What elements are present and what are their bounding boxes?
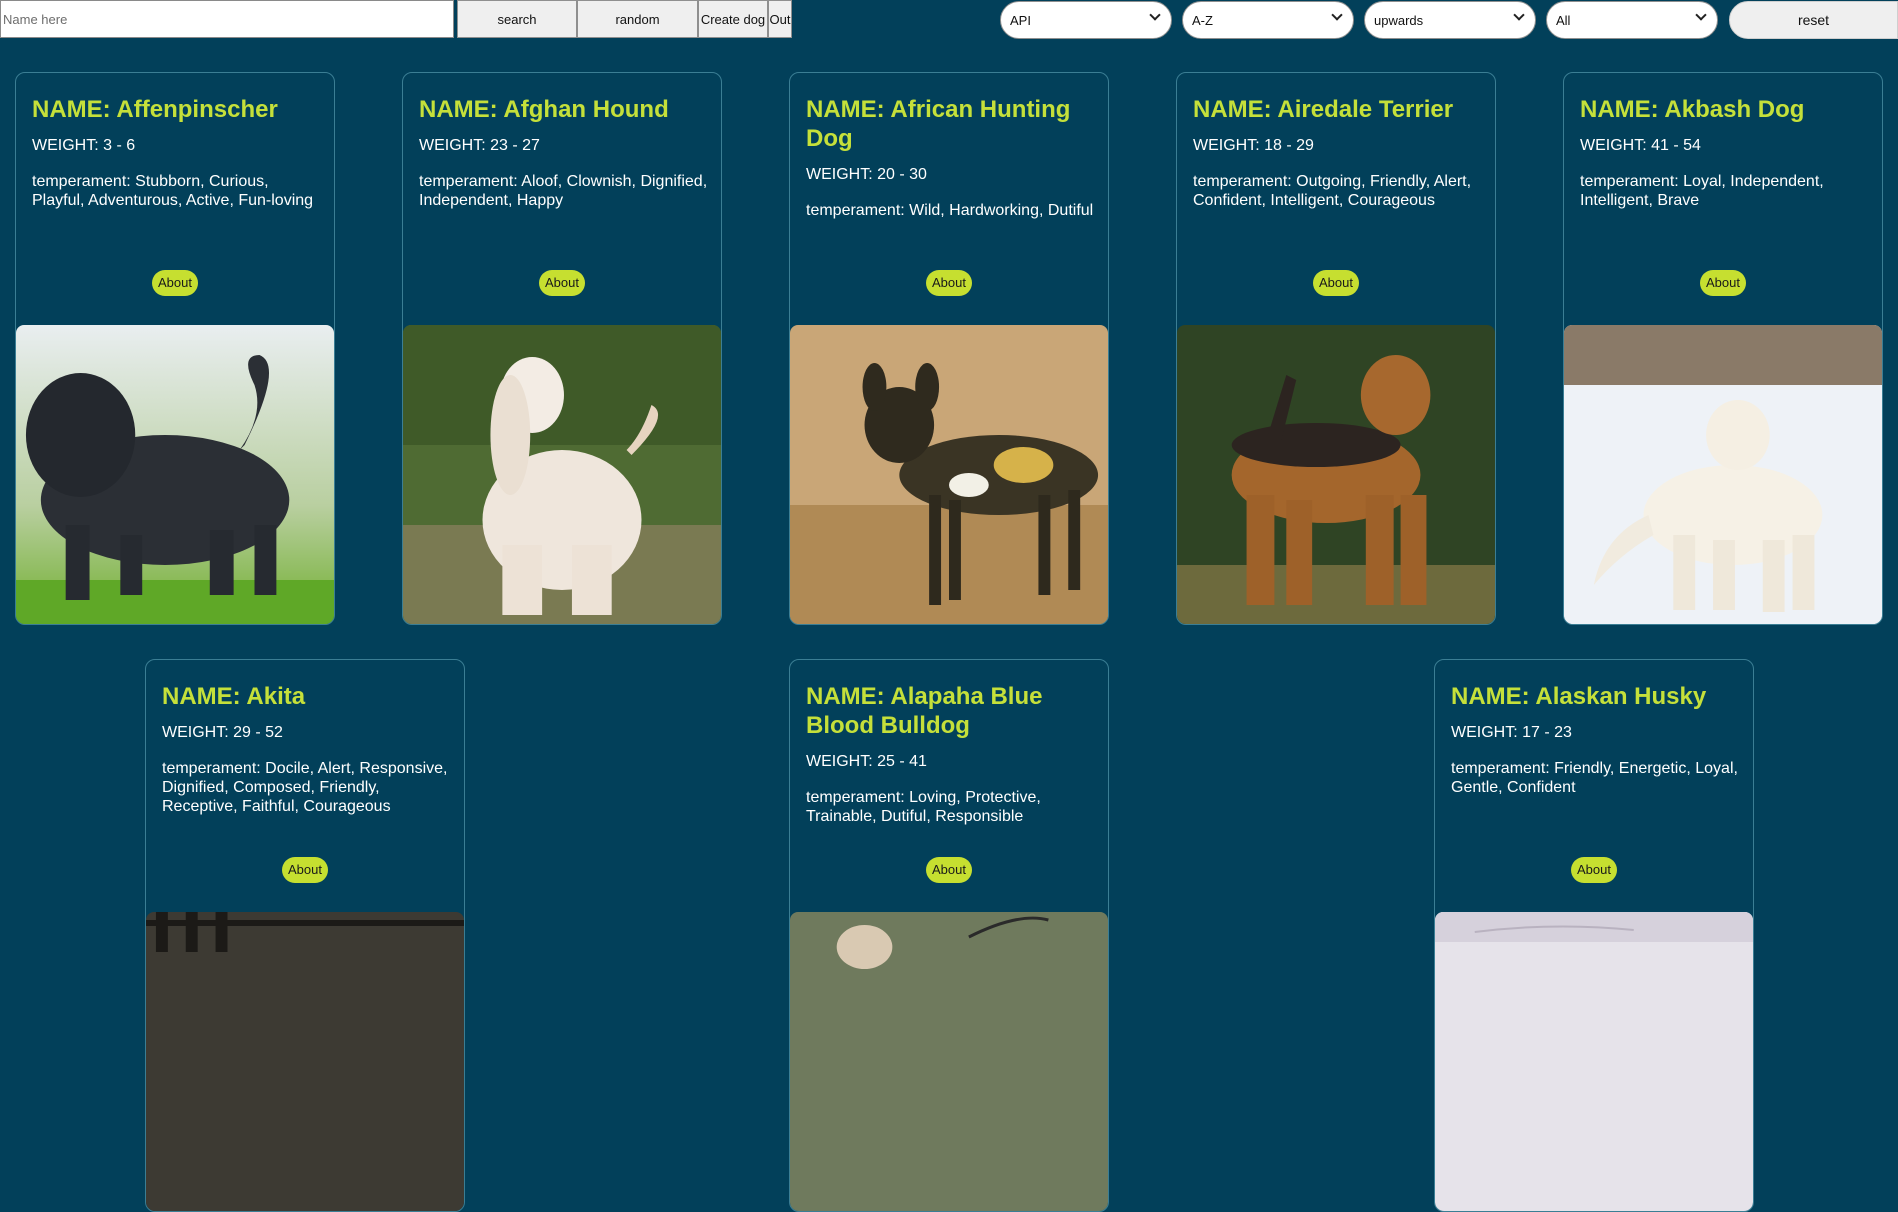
dog-card: NAME: Akbash Dog WEIGHT: 41 - 54 tempera… [1563,72,1883,625]
weight-order-select[interactable]: upwards [1364,1,1536,39]
search-button[interactable]: search [457,0,577,38]
search-input[interactable] [0,0,454,38]
card-body: NAME: Akbash Dog WEIGHT: 41 - 54 tempera… [1580,95,1870,210]
dog-name: NAME: African Hunting Dog [806,96,1071,152]
about-button[interactable]: About [539,270,585,296]
dog-image [1177,325,1495,624]
dog-weight: WEIGHT: 41 - 54 [1580,137,1701,154]
card-body: NAME: African Hunting Dog WEIGHT: 20 - 3… [806,95,1096,220]
about-button[interactable]: About [1700,270,1746,296]
african-hunting-dog-photo-icon [790,325,1108,624]
card-body: NAME: Akita WEIGHT: 29 - 52 temperament:… [162,682,452,816]
dog-weight: WEIGHT: 20 - 30 [806,166,927,183]
afghan-hound-photo-icon [403,325,721,624]
dog-weight: WEIGHT: 29 - 52 [162,724,283,741]
airedale-terrier-photo-icon [1177,325,1495,624]
about-button[interactable]: About [282,857,328,883]
dog-image [790,912,1108,1211]
temperament-filter-select[interactable]: All [1546,1,1718,39]
dog-card: NAME: Affenpinscher WEIGHT: 3 - 6 temper… [15,72,335,625]
dog-card: NAME: Airedale Terrier WEIGHT: 18 - 29 t… [1176,72,1496,625]
about-button[interactable]: About [1571,857,1617,883]
card-body: NAME: Afghan Hound WEIGHT: 23 - 27 tempe… [419,95,709,210]
toolbar: search random Create dog Out API A-Z upw… [0,0,1898,40]
out-button[interactable]: Out [768,0,792,38]
dog-image [790,325,1108,624]
dog-card: NAME: Alapaha Blue Blood Bulldog WEIGHT:… [789,659,1109,1212]
dog-name: NAME: Afghan Hound [419,96,669,123]
dog-temperament: temperament: Loving, Protective, Trainab… [806,789,1041,825]
card-body: NAME: Alapaha Blue Blood Bulldog WEIGHT:… [806,682,1096,826]
affenpinscher-photo-icon [16,325,334,624]
dog-weight: WEIGHT: 17 - 23 [1451,724,1572,741]
about-button[interactable]: About [926,270,972,296]
dog-card: NAME: African Hunting Dog WEIGHT: 20 - 3… [789,72,1109,625]
about-button[interactable]: About [152,270,198,296]
dog-card: NAME: Akita WEIGHT: 29 - 52 temperament:… [145,659,465,1212]
reset-button[interactable]: reset [1729,1,1898,39]
dog-image [146,912,464,1211]
dog-name: NAME: Akita [162,683,306,710]
card-body: NAME: Alaskan Husky WEIGHT: 17 - 23 temp… [1451,682,1741,797]
dog-temperament: temperament: Wild, Hardworking, Dutiful [806,202,1094,219]
dog-card: NAME: Alaskan Husky WEIGHT: 17 - 23 temp… [1434,659,1754,1212]
dog-image [403,325,721,624]
dog-name: NAME: Alaskan Husky [1451,683,1707,710]
temperament-filter-value: All [1556,13,1571,28]
dog-temperament: temperament: Loyal, Independent, Intelli… [1580,173,1824,209]
dog-temperament: temperament: Outgoing, Friendly, Alert, … [1193,173,1472,209]
dog-name: NAME: Alapaha Blue Blood Bulldog [806,683,1043,739]
akita-photo-icon [146,912,464,1211]
dog-temperament: temperament: Docile, Alert, Responsive, … [162,760,448,815]
random-button[interactable]: random [577,0,698,38]
dog-name: NAME: Akbash Dog [1580,96,1805,123]
dog-weight: WEIGHT: 3 - 6 [32,137,136,154]
dog-name: NAME: Affenpinscher [32,96,278,123]
weight-order-value: upwards [1374,13,1424,28]
chevron-down-icon [1695,9,1707,21]
chevron-down-icon [1513,9,1525,21]
about-button[interactable]: About [926,857,972,883]
alapaha-bulldog-photo-icon [790,912,1108,1211]
chevron-down-icon [1149,9,1161,21]
alphabetical-order-value: A-Z [1192,13,1213,28]
dog-image [1435,912,1753,1211]
source-filter-select[interactable]: API [1000,1,1172,39]
akbash-dog-photo-icon [1564,325,1882,624]
dog-weight: WEIGHT: 25 - 41 [806,753,927,770]
card-body: NAME: Affenpinscher WEIGHT: 3 - 6 temper… [32,95,322,210]
dog-temperament: temperament: Friendly, Energetic, Loyal,… [1451,760,1738,796]
dog-temperament: temperament: Aloof, Clownish, Dignified,… [419,173,708,209]
alphabetical-order-select[interactable]: A-Z [1182,1,1354,39]
chevron-down-icon [1331,9,1343,21]
dog-name: NAME: Airedale Terrier [1193,96,1454,123]
dog-weight: WEIGHT: 18 - 29 [1193,137,1314,154]
dog-temperament: temperament: Stubborn, Curious, Playful,… [32,173,314,209]
dog-card: NAME: Afghan Hound WEIGHT: 23 - 27 tempe… [402,72,722,625]
about-button[interactable]: About [1313,270,1359,296]
dog-weight: WEIGHT: 23 - 27 [419,137,540,154]
dog-image [1564,325,1882,624]
create-dog-button[interactable]: Create dog [698,0,768,38]
card-body: NAME: Airedale Terrier WEIGHT: 18 - 29 t… [1193,95,1483,210]
alaskan-husky-photo-icon [1435,912,1753,1211]
dog-image [16,325,334,624]
source-filter-value: API [1010,13,1031,28]
